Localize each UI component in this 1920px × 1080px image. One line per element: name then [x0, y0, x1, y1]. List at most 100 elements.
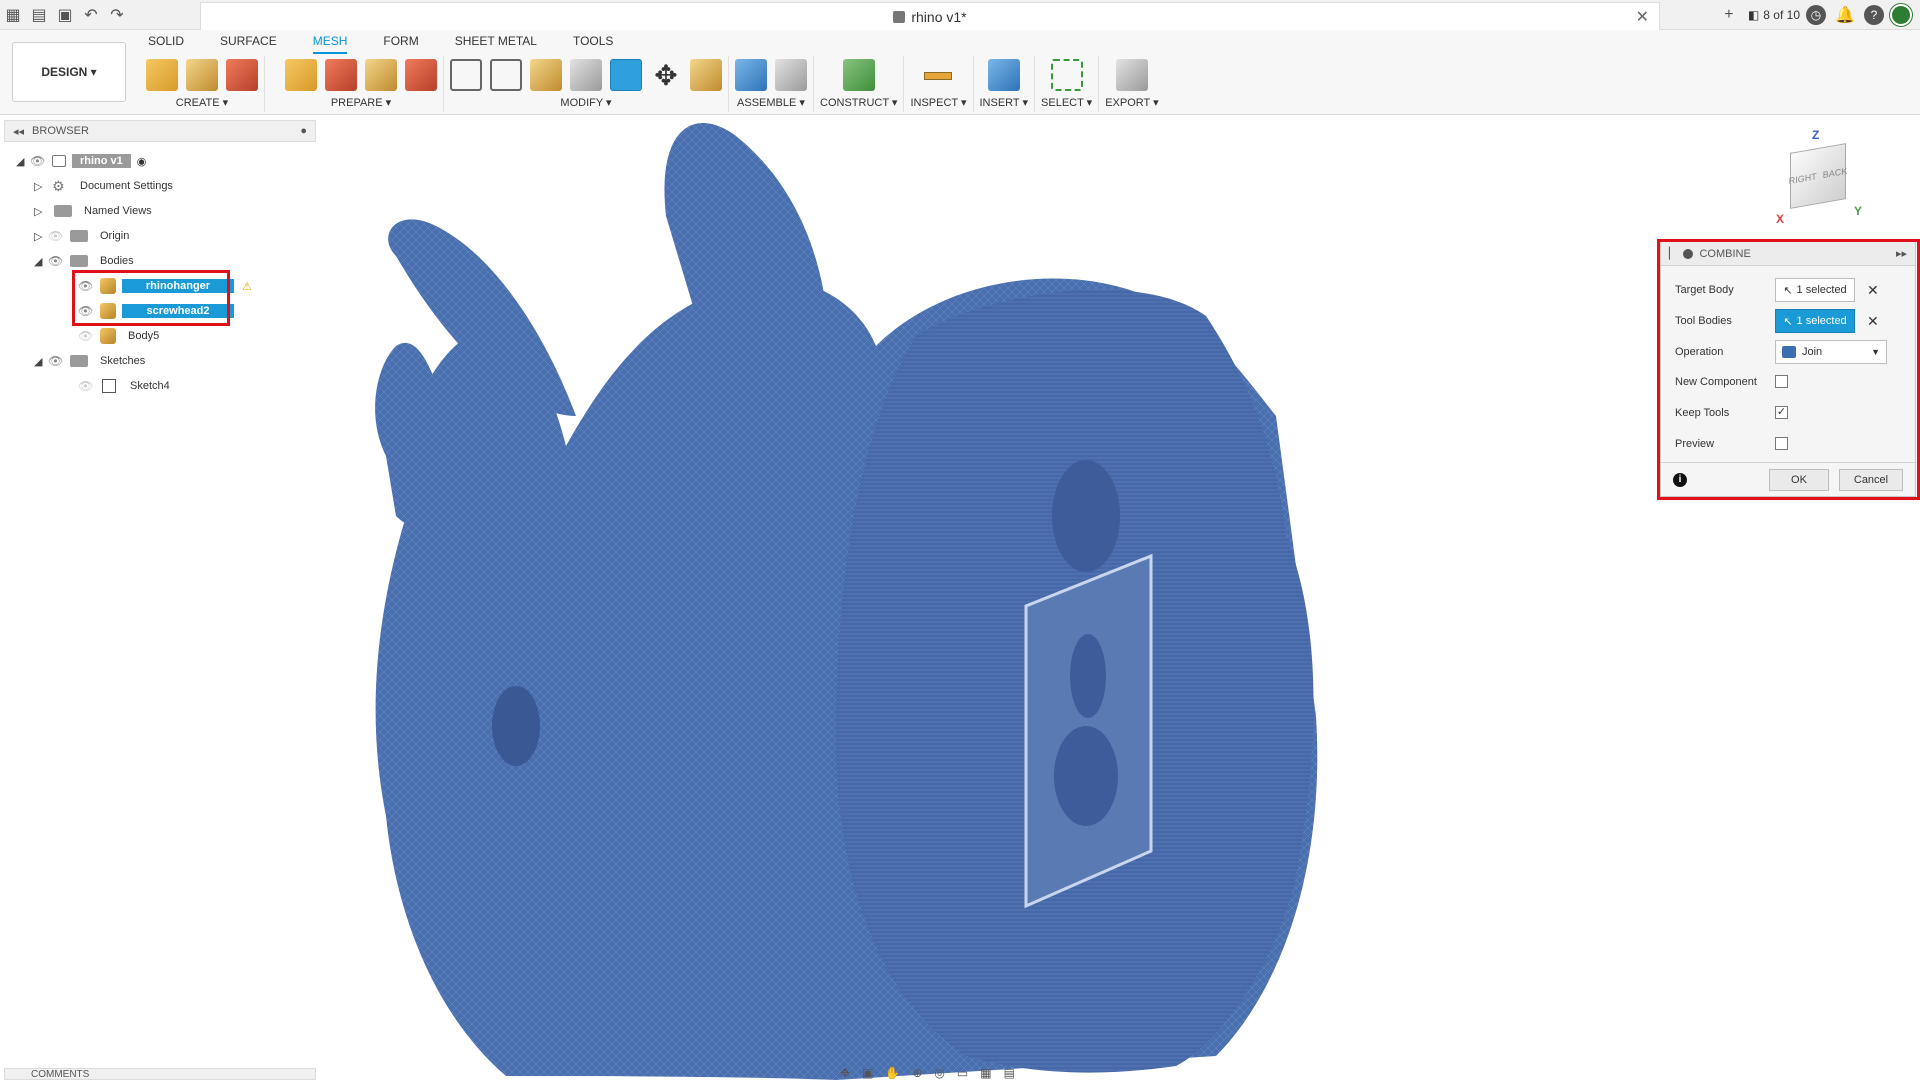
create-group: CREATE ▾: [140, 56, 265, 112]
tree-item-origin[interactable]: ▷ 👁 Origin: [34, 225, 135, 247]
ribbon-tabs: SOLID SURFACE MESH FORM SHEET METAL TOOL…: [148, 34, 649, 54]
hidden-eye-icon[interactable]: 👁: [78, 379, 94, 393]
expand-triangle-icon[interactable]: ▷: [34, 230, 48, 243]
collapse-browser-icon[interactable]: ◂◂: [13, 125, 24, 138]
scale-icon[interactable]: [690, 59, 722, 91]
modify-menu[interactable]: MODIFY ▾: [560, 96, 611, 109]
app-grid-icon[interactable]: ▦: [0, 2, 26, 28]
export-icon[interactable]: [1115, 59, 1148, 91]
inspect-menu[interactable]: INSPECT ▾: [910, 96, 966, 109]
hidden-eye-icon[interactable]: 👁: [78, 329, 94, 343]
combine-tool-icon[interactable]: [610, 59, 642, 91]
visibility-eye-icon[interactable]: 👁: [48, 254, 64, 268]
document-tab[interactable]: rhino v1* ✕: [200, 2, 1660, 30]
tab-sheet-metal[interactable]: SHEET METAL: [455, 34, 537, 54]
title-bar: ▦ ▤ ▣ ↶ ↷ rhino v1* ✕ + ◧ 8 of 10 ◷ 🔔 ?: [0, 0, 1920, 30]
view-cube[interactable]: Z RIGHT BACK X Y: [1772, 128, 1862, 226]
generate-face-groups-icon[interactable]: [325, 59, 357, 91]
convert-mesh-icon[interactable]: [405, 59, 437, 91]
redo-icon[interactable]: ↷: [104, 2, 130, 28]
insert-menu[interactable]: INSERT ▾: [980, 96, 1029, 109]
tree-item-sketch4[interactable]: 👁 Sketch4: [78, 375, 176, 397]
collapse-triangle-icon[interactable]: ◢: [34, 255, 48, 268]
create-face-group-icon[interactable]: [226, 59, 258, 91]
plane-cut-icon[interactable]: [450, 59, 482, 91]
construct-menu[interactable]: CONSTRUCT ▾: [820, 96, 897, 109]
navigation-bar: ✥ ▣ ✋ ⊕ ◎ ▭ ▦ ▤: [840, 1066, 1015, 1080]
hidden-eye-icon[interactable]: 👁: [48, 229, 64, 243]
new-tab-icon[interactable]: +: [1716, 2, 1742, 28]
tree-item-named-views[interactable]: ▷ Named Views: [34, 200, 158, 222]
tree-item-label: Sketch4: [130, 380, 170, 392]
select-menu[interactable]: SELECT ▾: [1041, 96, 1092, 109]
gear-icon: ⚙: [52, 177, 65, 194]
remesh-icon[interactable]: [530, 59, 562, 91]
display-settings-icon[interactable]: ▭: [957, 1066, 968, 1080]
screw-hole: [1052, 460, 1120, 572]
select-icon[interactable]: [1050, 59, 1083, 91]
ribbon: DESIGN ▾ SOLID SURFACE MESH FORM SHEET M…: [0, 30, 1920, 115]
tree-item-sketches[interactable]: ◢ 👁 Sketches: [34, 350, 151, 372]
joint-icon[interactable]: [775, 59, 807, 91]
export-menu[interactable]: EXPORT ▾: [1105, 96, 1158, 109]
save-icon[interactable]: ▣: [52, 2, 78, 28]
pan-icon[interactable]: ✋: [885, 1066, 900, 1080]
tab-mesh[interactable]: MESH: [312, 34, 348, 54]
tab-solid[interactable]: SOLID: [148, 34, 184, 54]
assemble-menu[interactable]: ASSEMBLE ▾: [737, 96, 805, 109]
job-status[interactable]: ◧ 8 of 10: [1748, 8, 1800, 22]
tree-item-bodies[interactable]: ◢ 👁 Bodies: [34, 250, 140, 272]
zoom-icon[interactable]: ⊕: [912, 1066, 922, 1080]
viewports-icon[interactable]: ▤: [1004, 1066, 1015, 1080]
browser-options-icon[interactable]: ●: [300, 125, 307, 137]
folder-icon: [70, 355, 88, 367]
shell-icon[interactable]: [570, 59, 602, 91]
prepare-menu[interactable]: PREPARE ▾: [331, 96, 391, 109]
job-status-count: 8 of 10: [1763, 8, 1800, 22]
close-tab-icon[interactable]: ✕: [1636, 7, 1649, 27]
comments-bar[interactable]: COMMENTS: [4, 1068, 316, 1080]
new-component-icon[interactable]: [735, 59, 767, 91]
reduce-icon[interactable]: [490, 59, 522, 91]
keyhole-slot-top: [1070, 634, 1106, 718]
view-cube-face[interactable]: RIGHT BACK: [1788, 143, 1847, 209]
expand-triangle-icon[interactable]: ▷: [34, 205, 48, 218]
tree-item-body5[interactable]: 👁 Body5: [78, 325, 165, 347]
grid-icon[interactable]: ▦: [980, 1066, 991, 1080]
file-menu-icon[interactable]: ▤: [26, 2, 52, 28]
insert-image-icon[interactable]: [987, 59, 1020, 91]
view-cube-right-label: RIGHT: [1788, 171, 1817, 187]
help-icon[interactable]: ?: [1864, 5, 1884, 25]
sketch-icon: [102, 379, 116, 393]
tree-root-label: rhino v1: [72, 154, 131, 168]
combine-face-groups-icon[interactable]: [365, 59, 397, 91]
notification-icon[interactable]: 🔔: [1832, 2, 1858, 28]
tessellate-icon[interactable]: [186, 59, 218, 91]
create-menu[interactable]: CREATE ▾: [176, 96, 228, 109]
warning-icon[interactable]: ⚠: [242, 280, 252, 293]
orbit-icon[interactable]: ✥: [840, 1066, 850, 1080]
look-at-icon[interactable]: ▣: [862, 1066, 873, 1080]
collapse-triangle-icon[interactable]: ◢: [16, 155, 30, 168]
visibility-eye-icon[interactable]: 👁: [30, 154, 46, 168]
tab-form[interactable]: FORM: [383, 34, 418, 54]
repair-icon[interactable]: [285, 59, 317, 91]
visibility-eye-icon[interactable]: 👁: [48, 354, 64, 368]
move-icon[interactable]: ✥: [650, 59, 682, 91]
export-group: EXPORT ▾: [1099, 56, 1164, 112]
tree-root[interactable]: ◢ 👁 rhino v1 ◉: [16, 150, 146, 172]
collapse-triangle-icon[interactable]: ◢: [34, 355, 48, 368]
clock-icon[interactable]: ◷: [1806, 5, 1826, 25]
expand-triangle-icon[interactable]: ▷: [34, 180, 48, 193]
fit-icon[interactable]: ◎: [934, 1066, 944, 1080]
workspace-switcher[interactable]: DESIGN ▾: [12, 42, 126, 102]
tab-tools[interactable]: TOOLS: [573, 34, 613, 54]
activate-radio-icon[interactable]: ◉: [137, 155, 147, 168]
insert-mesh-icon[interactable]: [146, 59, 178, 91]
avatar[interactable]: [1890, 4, 1912, 26]
undo-icon[interactable]: ↶: [78, 2, 104, 28]
tree-item-document-settings[interactable]: ▷ ⚙ Document Settings: [34, 175, 179, 197]
measure-icon[interactable]: [922, 59, 954, 91]
offset-plane-icon[interactable]: [842, 59, 875, 91]
tab-surface[interactable]: SURFACE: [220, 34, 277, 54]
